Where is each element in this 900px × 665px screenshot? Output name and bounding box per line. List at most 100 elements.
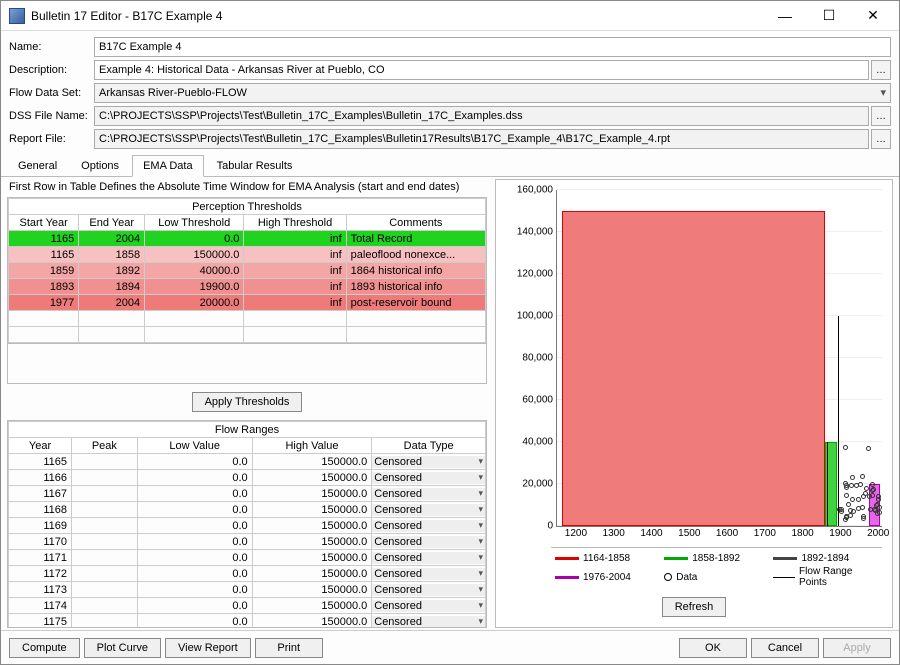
flow-ranges-caption: Flow Ranges (9, 422, 486, 438)
flow-header: High Value (252, 438, 372, 454)
perception-row[interactable]: 116520040.0infTotal Record (9, 231, 486, 247)
data-type-select[interactable]: Censored▾ (372, 488, 485, 500)
report-file-label: Report File: (9, 133, 94, 145)
report-file-input[interactable]: C:\PROJECTS\SSP\Projects\Test\Bulletin_1… (94, 129, 869, 149)
data-point (875, 511, 880, 516)
cancel-button[interactable]: Cancel (751, 638, 819, 658)
tab-ema-data[interactable]: EMA Data (132, 155, 204, 177)
data-point (854, 483, 859, 488)
ok-button[interactable]: OK (679, 638, 747, 658)
data-point (871, 487, 876, 492)
data-type-select[interactable]: Censored▾ (372, 536, 485, 548)
flow-row[interactable]: 11650.0150000.0Censored▾ (9, 454, 486, 470)
data-point (860, 505, 865, 510)
perception-row[interactable]: 1893189419900.0inf1893 historical info (9, 279, 486, 295)
flow-row[interactable]: 11700.0150000.0Censored▾ (9, 534, 486, 550)
app-icon (9, 8, 25, 24)
data-type-select[interactable]: Censored▾ (372, 568, 485, 580)
data-type-select[interactable]: Censored▾ (372, 584, 485, 596)
data-point (870, 482, 875, 487)
description-browse-button[interactable]: … (871, 60, 891, 80)
perception-row[interactable]: 1859189240000.0inf1864 historical info (9, 263, 486, 279)
refresh-chart-button[interactable]: Refresh (662, 597, 727, 617)
data-point (848, 513, 853, 518)
perception-thresholds-table[interactable]: Perception Thresholds Start YearEnd Year… (8, 198, 486, 343)
name-input[interactable]: B17C Example 4 (94, 37, 891, 57)
description-label: Description: (9, 64, 94, 76)
data-point (866, 446, 871, 451)
legend-item: Flow Range Points (769, 565, 878, 589)
dss-file-browse-button[interactable]: … (871, 106, 891, 126)
description-input[interactable]: Example 4: Historical Data - Arkansas Ri… (94, 60, 869, 80)
ema-instruction-text: First Row in Table Defines the Absolute … (7, 179, 487, 197)
legend-item: Data (660, 565, 769, 589)
flow-row[interactable]: 11730.0150000.0Censored▾ (9, 582, 486, 598)
data-type-select[interactable]: Censored▾ (372, 504, 485, 516)
chevron-down-icon: ▾ (478, 600, 483, 611)
minimize-button[interactable]: — (763, 2, 807, 30)
chevron-down-icon: ▾ (478, 536, 483, 547)
flow-row[interactable]: 11740.0150000.0Censored▾ (9, 598, 486, 614)
x-axis-tick: 1200 (565, 526, 587, 539)
x-axis-tick: 1500 (678, 526, 700, 539)
apply-thresholds-button[interactable]: Apply Thresholds (192, 392, 303, 412)
perception-caption: Perception Thresholds (9, 199, 486, 215)
y-axis-tick: 120,000 (517, 269, 557, 280)
chevron-down-icon: ▾ (478, 488, 483, 499)
data-type-select[interactable]: Censored▾ (372, 520, 485, 532)
flow-data-set-select[interactable]: Arkansas River-Pueblo-FLOW▾ (94, 83, 891, 103)
maximize-button[interactable]: ☐ (807, 2, 851, 30)
legend-item: 1164-1858 (551, 552, 660, 565)
x-axis-tick: 2000 (867, 526, 889, 539)
x-axis-tick: 1300 (603, 526, 625, 539)
data-type-select[interactable]: Censored▾ (372, 472, 485, 484)
tab-general[interactable]: General (7, 155, 68, 177)
flow-row[interactable]: 11680.0150000.0Censored▾ (9, 502, 486, 518)
chevron-down-icon: ▾ (478, 552, 483, 563)
close-button[interactable]: ✕ (851, 2, 895, 30)
chevron-down-icon: ▾ (478, 616, 483, 627)
flow-header: Year (9, 438, 72, 454)
print-button[interactable]: Print (255, 638, 323, 658)
tab-tabular-results[interactable]: Tabular Results (206, 155, 304, 177)
flow-row[interactable]: 11690.0150000.0Censored▾ (9, 518, 486, 534)
compute-button[interactable]: Compute (9, 638, 80, 658)
flow-row[interactable]: 11710.0150000.0Censored▾ (9, 550, 486, 566)
data-type-select[interactable]: Censored▾ (372, 600, 485, 612)
y-axis-tick: 20,000 (522, 479, 557, 490)
report-file-browse-button[interactable]: … (871, 129, 891, 149)
legend-item: 1892-1894 (769, 552, 878, 565)
dss-file-input[interactable]: C:\PROJECTS\SSP\Projects\Test\Bulletin_1… (94, 106, 869, 126)
perception-header: Start Year (9, 215, 79, 231)
perception-row[interactable]: 11651858150000.0infpaleoflood nonexce... (9, 247, 486, 263)
data-type-select[interactable]: Censored▾ (372, 616, 485, 628)
view-report-button[interactable]: View Report (165, 638, 251, 658)
chevron-down-icon: ▾ (478, 504, 483, 515)
y-axis-tick: 60,000 (522, 395, 557, 406)
data-point (843, 517, 848, 522)
plot-curve-button[interactable]: Plot Curve (84, 638, 161, 658)
chevron-down-icon: ▾ (478, 568, 483, 579)
data-type-select[interactable]: Censored▾ (372, 456, 485, 468)
flow-data-set-label: Flow Data Set: (9, 87, 94, 99)
data-point (844, 493, 849, 498)
flow-header: Data Type (372, 438, 486, 454)
apply-button[interactable]: Apply (823, 638, 891, 658)
flow-row[interactable]: 11670.0150000.0Censored▾ (9, 486, 486, 502)
name-label: Name: (9, 41, 94, 53)
flow-row[interactable]: 11660.0150000.0Censored▾ (9, 470, 486, 486)
perception-header: High Threshold (244, 215, 346, 231)
data-point (839, 509, 844, 514)
data-point (850, 497, 855, 502)
y-axis-tick: 140,000 (517, 227, 557, 238)
flow-row[interactable]: 11750.0150000.0Censored▾ (9, 614, 486, 628)
perception-row[interactable]: 1977200420000.0infpost-reservoir bound (9, 295, 486, 311)
flow-header: Low Value (137, 438, 252, 454)
data-type-select[interactable]: Censored▾ (372, 552, 485, 564)
chevron-down-icon: ▾ (880, 86, 886, 100)
flow-row[interactable]: 11720.0150000.0Censored▾ (9, 566, 486, 582)
flow-ranges-table[interactable]: Flow Ranges YearPeakLow ValueHigh ValueD… (8, 421, 486, 627)
x-axis-tick: 1600 (716, 526, 738, 539)
data-point (849, 483, 854, 488)
tab-options[interactable]: Options (70, 155, 130, 177)
